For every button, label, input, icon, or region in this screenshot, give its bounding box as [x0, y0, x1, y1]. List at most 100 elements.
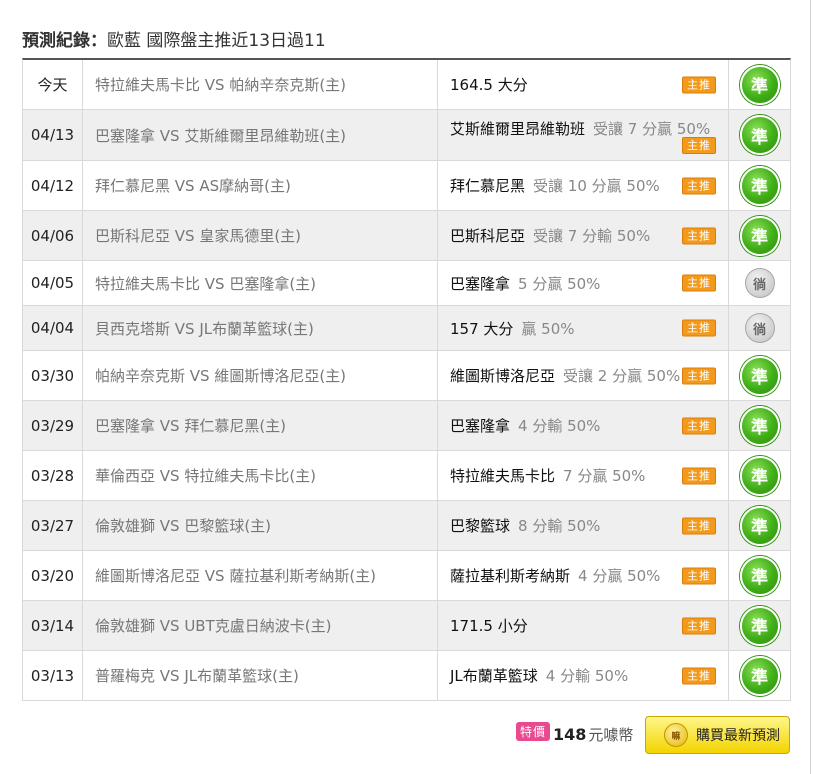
pick-text: 157 大分贏 50%: [450, 318, 575, 339]
table-row: 03/30 帕納辛奈克斯 VS 維圖斯博洛尼亞(主) 維圖斯博洛尼亞 受讓 2 分贏 …: [23, 351, 790, 401]
row-match: 貝西克塔斯 VS JL布蘭革籃球(主): [83, 306, 438, 350]
row-result: 準: [729, 110, 790, 160]
title-lead: 預測紀錄：: [22, 31, 107, 51]
main-pick-tag: 主推: [682, 467, 716, 484]
row-date: 03/14: [23, 601, 83, 650]
row-pick: 拜仁慕尼黑 受讓 10 分贏 50% 主推: [438, 161, 729, 210]
row-match: 倫敦雄獅 VS UBT克盧日納波卡(主): [83, 601, 438, 650]
pick-note: 4 分輸 50%: [518, 417, 601, 435]
prediction-table: 今天 特拉維夫馬卡比 VS 帕納辛奈克斯(主) 164.5 大分 主推準 04/13 巴塞…: [22, 58, 791, 701]
row-result: 準: [729, 161, 790, 210]
pick-text: 薩拉基利斯考納斯 4 分贏 50%: [450, 565, 660, 586]
pick-team: 157 大分: [450, 319, 514, 338]
pick-note: 受讓 7 分輸 50%: [533, 227, 651, 245]
row-match: 倫敦雄獅 VS 巴黎籃球(主): [83, 501, 438, 550]
row-date: 03/20: [23, 551, 83, 600]
pick-note: 受讓 10 分贏 50%: [533, 177, 660, 195]
pick-note: 8 分輸 50%: [518, 517, 601, 535]
correct-result-badge: 準: [739, 215, 780, 256]
row-pick: 維圖斯博洛尼亞 受讓 2 分贏 50% 主推: [438, 351, 729, 400]
main-pick-tag: 主推: [682, 417, 716, 434]
void-result-badge: 徜: [744, 268, 775, 298]
main-pick-tag: 主推: [682, 76, 716, 93]
pick-text: 巴塞隆拿 5 分贏 50%: [450, 273, 600, 294]
row-pick: 特拉維夫馬卡比 7 分贏 50% 主推: [438, 451, 729, 500]
pick-text: 維圖斯博洛尼亞 受讓 2 分贏 50%: [450, 365, 680, 386]
pick-team: 巴塞隆拿: [450, 417, 511, 435]
table-row: 04/04 貝西克塔斯 VS JL布蘭革籃球(主) 157 大分贏 50% 主推 徜: [23, 306, 790, 351]
price-value: 148: [553, 725, 587, 744]
main-pick-tag: 主推: [682, 667, 716, 684]
pick-team: 維圖斯博洛尼亞: [450, 367, 556, 385]
row-match: 普羅梅克 VS JL布蘭革籃球(主): [83, 651, 438, 700]
pick-team: 巴黎籃球: [450, 517, 511, 535]
correct-result-badge: 準: [739, 355, 780, 396]
row-result: 準: [729, 211, 790, 260]
pick-text: 164.5 大分: [450, 74, 528, 95]
pick-team: 特拉維夫馬卡比: [450, 467, 556, 485]
void-result-badge: 徜: [744, 313, 775, 343]
row-result: 準: [729, 551, 790, 600]
table-row: 03/29 巴塞隆拿 VS 拜仁慕尼黑(主) 巴塞隆拿 4 分輸 50% 主推 準: [23, 401, 790, 451]
row-result: 徜: [729, 261, 790, 305]
table-row: 03/13 普羅梅克 VS JL布蘭革籃球(主) JL布蘭革籃球 4 分輸 50% 主推…: [23, 651, 790, 701]
buy-latest-prediction-button[interactable]: 嘛 購買最新預測: [645, 716, 790, 754]
pick-note: 4 分贏 50%: [578, 567, 661, 585]
pick-team: 巴斯科尼亞: [450, 227, 526, 245]
page-title: 預測紀錄：歐藍 國際盤主推近13日過11: [22, 26, 326, 51]
pick-team: 巴塞隆拿: [450, 274, 511, 293]
row-match: 巴塞隆拿 VS 拜仁慕尼黑(主): [83, 401, 438, 450]
table-row: 今天 特拉維夫馬卡比 VS 帕納辛奈克斯(主) 164.5 大分 主推 準: [23, 60, 790, 110]
main-pick-tag: 主推: [682, 137, 716, 154]
table-row: 03/27 倫敦雄獅 VS 巴黎籃球(主) 巴黎籃球 8 分輸 50% 主推 準: [23, 501, 790, 551]
sale-badge: 特價: [516, 722, 551, 741]
pick-text: 巴黎籃球 8 分輸 50%: [450, 515, 600, 536]
table-row: 03/14 倫敦雄獅 VS UBT克盧日納波卡(主) 171.5 小分 主推 準: [23, 601, 790, 651]
correct-result-badge: 準: [739, 555, 780, 596]
row-pick: 157 大分贏 50% 主推: [438, 306, 729, 350]
row-pick: 171.5 小分 主推: [438, 601, 729, 650]
pick-text: 巴塞隆拿 4 分輸 50%: [450, 415, 600, 436]
correct-result-badge: 準: [739, 165, 780, 206]
row-result: 準: [729, 451, 790, 500]
row-pick: 巴斯科尼亞 受讓 7 分輸 50% 主推: [438, 211, 729, 260]
pick-text: 巴斯科尼亞 受讓 7 分輸 50%: [450, 225, 650, 246]
purchase-bar: 特價 148 元噱幣 嘛 購買最新預測: [0, 716, 813, 756]
main-pick-tag: 主推: [682, 517, 716, 534]
row-pick: 164.5 大分 主推: [438, 60, 729, 109]
row-date: 04/06: [23, 211, 83, 260]
correct-result-badge: 準: [739, 64, 780, 105]
title-sub: 歐藍 國際盤主推近13日過11: [107, 31, 326, 51]
row-date: 03/29: [23, 401, 83, 450]
pick-note: 贏 50%: [521, 319, 575, 338]
pick-team: 拜仁慕尼黑: [450, 177, 526, 195]
pick-note: 受讓 7 分贏 50%: [593, 120, 711, 138]
pick-note: 受讓 2 分贏 50%: [563, 367, 681, 385]
page-right-border: [810, 0, 811, 774]
price-unit: 元噱幣: [588, 726, 634, 744]
row-date: 今天: [23, 60, 83, 109]
price-display: 148 元噱幣: [553, 724, 633, 745]
row-date: 03/27: [23, 501, 83, 550]
pick-team: 164.5 大分: [450, 76, 528, 94]
row-match: 拜仁慕尼黑 VS AS摩納哥(主): [83, 161, 438, 210]
table-row: 04/13 巴塞隆拿 VS 艾斯維爾里昂維勒班(主) 艾斯維爾里昂維勒班 受讓 7 分…: [23, 110, 790, 161]
main-pick-tag: 主推: [682, 177, 716, 194]
pick-text: 拜仁慕尼黑 受讓 10 分贏 50%: [450, 175, 660, 196]
pick-text: 171.5 小分: [450, 615, 528, 636]
main-pick-tag: 主推: [682, 617, 716, 634]
row-result: 準: [729, 351, 790, 400]
correct-result-badge: 準: [739, 605, 780, 646]
table-row: 04/06 巴斯科尼亞 VS 皇家馬德里(主) 巴斯科尼亞 受讓 7 分輸 50% 主推…: [23, 211, 790, 261]
pick-text: JL布蘭革籃球 4 分輸 50%: [450, 665, 628, 686]
row-date: 03/28: [23, 451, 83, 500]
pick-team: 薩拉基利斯考納斯: [450, 567, 571, 585]
correct-result-badge: 準: [739, 655, 780, 696]
row-date: 04/05: [23, 261, 83, 305]
row-match: 巴塞隆拿 VS 艾斯維爾里昂維勒班(主): [83, 110, 438, 160]
correct-result-badge: 準: [739, 455, 780, 496]
table-row: 03/20 維圖斯博洛尼亞 VS 薩拉基利斯考納斯(主) 薩拉基利斯考納斯 4 分贏 …: [23, 551, 790, 601]
row-date: 03/13: [23, 651, 83, 700]
row-result: 準: [729, 401, 790, 450]
row-result: 準: [729, 60, 790, 109]
